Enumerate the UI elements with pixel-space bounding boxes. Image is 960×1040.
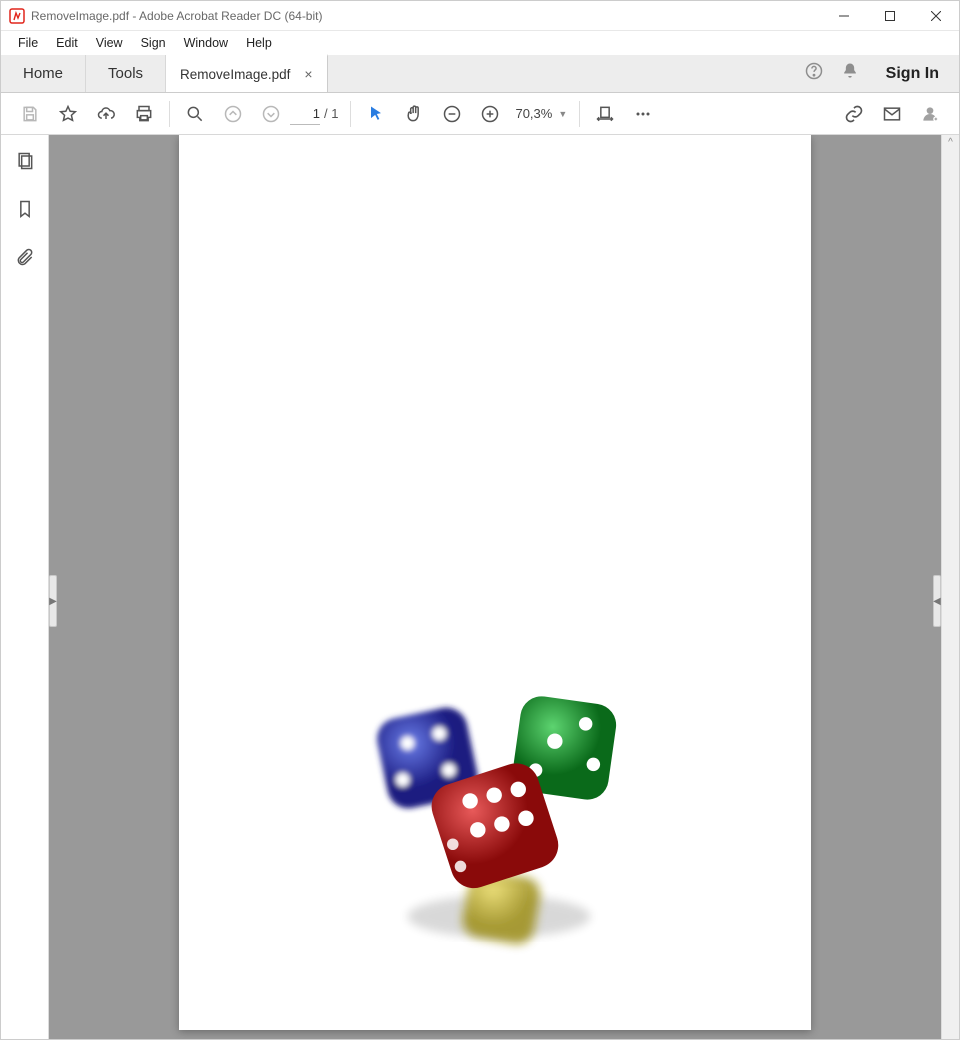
find-button[interactable] bbox=[176, 93, 214, 135]
expand-right-panel-handle[interactable]: ◀ bbox=[933, 575, 941, 627]
window-title: RemoveImage.pdf - Adobe Acrobat Reader D… bbox=[31, 9, 322, 23]
menu-edit[interactable]: Edit bbox=[47, 34, 87, 52]
pdf-page bbox=[179, 135, 811, 1030]
menu-help[interactable]: Help bbox=[237, 34, 281, 52]
scroll-up-arrow-icon[interactable]: ^ bbox=[942, 137, 959, 148]
toolbar: / 1 70,3% ▼ bbox=[1, 93, 959, 135]
notifications-icon[interactable] bbox=[840, 61, 860, 86]
menu-window[interactable]: Window bbox=[175, 34, 237, 52]
close-button[interactable] bbox=[913, 1, 959, 31]
tab-strip: Home Tools RemoveImage.pdf × Sign In bbox=[1, 55, 959, 93]
thumbnails-panel-button[interactable] bbox=[13, 149, 37, 173]
page-total-label: / 1 bbox=[320, 106, 344, 121]
title-bar: RemoveImage.pdf - Adobe Acrobat Reader D… bbox=[1, 1, 959, 31]
chevron-down-icon: ▼ bbox=[558, 109, 567, 119]
expand-left-panel-handle[interactable]: ▶ bbox=[49, 575, 57, 627]
cloud-upload-button[interactable] bbox=[87, 93, 125, 135]
menu-bar: File Edit View Sign Window Help bbox=[1, 31, 959, 55]
minimize-button[interactable] bbox=[821, 1, 867, 31]
print-button[interactable] bbox=[125, 93, 163, 135]
menu-sign[interactable]: Sign bbox=[132, 34, 175, 52]
next-page-button[interactable] bbox=[252, 93, 290, 135]
page-number-input[interactable] bbox=[290, 103, 320, 125]
attachments-panel-button[interactable] bbox=[13, 245, 37, 269]
tab-document-label: RemoveImage.pdf bbox=[180, 67, 290, 82]
tab-tools[interactable]: Tools bbox=[86, 55, 166, 92]
selection-tool-button[interactable] bbox=[357, 93, 395, 135]
left-rail bbox=[1, 135, 49, 1039]
zoom-in-button[interactable] bbox=[471, 93, 509, 135]
email-button[interactable] bbox=[873, 93, 911, 135]
help-icon[interactable] bbox=[804, 61, 824, 86]
bookmarks-panel-button[interactable] bbox=[13, 197, 37, 221]
hand-tool-button[interactable] bbox=[395, 93, 433, 135]
share-link-button[interactable] bbox=[835, 93, 873, 135]
document-viewport[interactable]: ▶ bbox=[49, 135, 941, 1039]
maximize-button[interactable] bbox=[867, 1, 913, 31]
tab-close-icon[interactable]: × bbox=[304, 66, 312, 82]
tab-home[interactable]: Home bbox=[1, 55, 86, 92]
star-button[interactable] bbox=[49, 93, 87, 135]
sign-in-button[interactable]: Sign In bbox=[866, 55, 959, 92]
dice-image bbox=[359, 695, 639, 955]
menu-file[interactable]: File bbox=[9, 34, 47, 52]
save-button[interactable] bbox=[11, 93, 49, 135]
account-icon[interactable] bbox=[911, 93, 949, 135]
prev-page-button[interactable] bbox=[214, 93, 252, 135]
menu-view[interactable]: View bbox=[87, 34, 132, 52]
fit-width-button[interactable] bbox=[586, 93, 624, 135]
content-area: ▶ bbox=[1, 135, 959, 1039]
app-icon bbox=[9, 8, 25, 24]
vertical-scrollbar[interactable]: ^ bbox=[941, 135, 959, 1039]
tab-document[interactable]: RemoveImage.pdf × bbox=[166, 54, 328, 92]
app-window: RemoveImage.pdf - Adobe Acrobat Reader D… bbox=[0, 0, 960, 1040]
zoom-dropdown[interactable]: 70,3% ▼ bbox=[509, 106, 573, 121]
zoom-out-button[interactable] bbox=[433, 93, 471, 135]
more-tools-button[interactable] bbox=[624, 93, 662, 135]
zoom-value-label: 70,3% bbox=[515, 106, 552, 121]
